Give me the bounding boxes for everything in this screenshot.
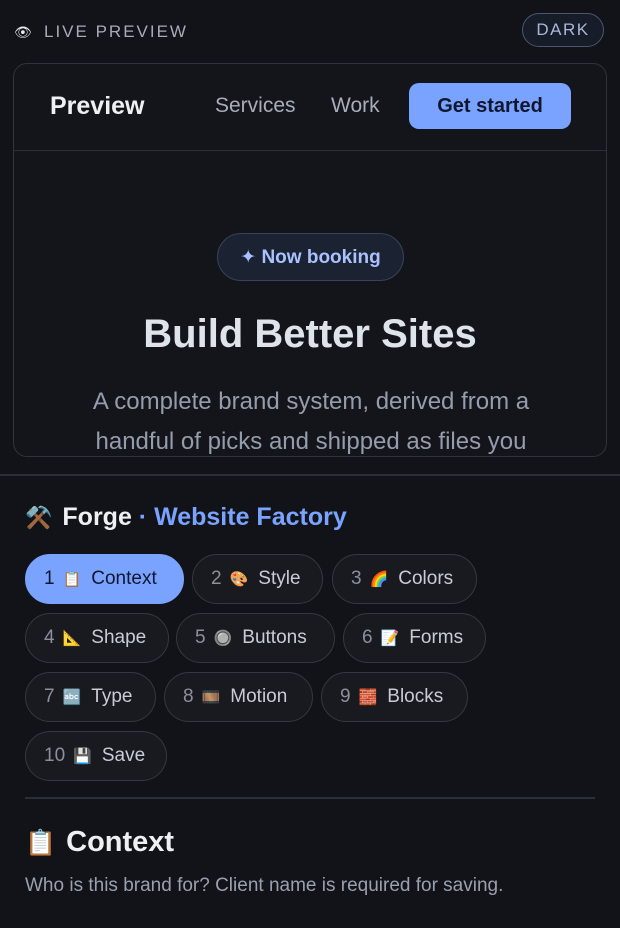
nav-link-work[interactable]: Work xyxy=(331,94,380,118)
floppy-disk-icon: 💾 xyxy=(73,748,92,765)
live-preview-label: LIVE PREVIEW xyxy=(44,22,188,41)
step-shape[interactable]: 4 📐 Shape xyxy=(25,613,169,663)
triangle-ruler-icon: 📐 xyxy=(62,630,82,647)
clipboard-icon: 📋 xyxy=(62,571,82,588)
preview-brand[interactable]: Preview xyxy=(50,92,145,121)
step-number: 5 xyxy=(195,627,206,648)
step-style[interactable]: 2 🎨 Style xyxy=(192,554,323,604)
step-type[interactable]: 7 🔤 Type xyxy=(25,672,156,722)
radio-button-icon: 🔘 xyxy=(213,630,233,647)
abc-icon: 🔤 xyxy=(62,689,82,706)
divider xyxy=(0,474,620,476)
clipboard-icon: 📋 xyxy=(25,829,57,857)
step-label: Style xyxy=(258,568,301,589)
step-number: 10 xyxy=(44,745,66,766)
section-heading: 📋 Context xyxy=(25,826,174,859)
step-blocks[interactable]: 9 🧱 Blocks xyxy=(321,672,468,722)
rainbow-icon: 🌈 xyxy=(369,571,389,588)
live-preview-frame: Preview Services Work Get started ✦ Now … xyxy=(13,63,607,457)
step-number: 6 xyxy=(362,627,373,648)
film-frames-icon: 🎞️ xyxy=(201,689,221,706)
step-save[interactable]: 10 💾 Save xyxy=(25,731,167,781)
hammer-pick-icon: ⚒️ xyxy=(25,505,53,530)
step-buttons[interactable]: 5 🔘 Buttons xyxy=(176,613,335,663)
step-number: 9 xyxy=(340,686,351,707)
palette-icon: 🎨 xyxy=(229,571,249,588)
hero-subtitle: A complete brand system, derived from a … xyxy=(92,388,530,455)
step-colors[interactable]: 3 🌈 Colors xyxy=(332,554,477,604)
step-number: 3 xyxy=(351,568,362,589)
step-label: Save xyxy=(101,745,146,766)
step-label: Type xyxy=(91,686,133,707)
step-number: 1 xyxy=(44,568,55,589)
step-label: Colors xyxy=(398,568,454,589)
forge-subtitle: Website Factory xyxy=(154,503,347,531)
step-label: Shape xyxy=(91,627,147,648)
section-title: Context xyxy=(66,826,175,858)
nav-link-services[interactable]: Services xyxy=(215,94,296,118)
eye-icon: 👁 xyxy=(14,24,32,40)
step-context[interactable]: 1 📋 Context xyxy=(25,554,184,604)
step-number: 2 xyxy=(211,568,222,589)
step-label: Buttons xyxy=(242,627,307,648)
hero-title: Build Better Sites xyxy=(143,312,477,356)
step-forms[interactable]: 6 📝 Forms xyxy=(343,613,486,663)
now-booking-badge: ✦ Now booking xyxy=(217,233,404,281)
section-divider xyxy=(25,797,595,799)
step-label: Motion xyxy=(230,686,288,707)
step-motion[interactable]: 8 🎞️ Motion xyxy=(164,672,313,722)
step-label: Blocks xyxy=(387,686,444,707)
forge-title: Forge xyxy=(62,503,132,531)
bricks-icon: 🧱 xyxy=(358,689,378,706)
section-description: Who is this brand for? Client name is re… xyxy=(25,875,504,896)
step-number: 7 xyxy=(44,686,55,707)
forge-separator: · xyxy=(131,503,155,531)
step-number: 4 xyxy=(44,627,55,648)
forge-header: ⚒️ Forge · Website Factory xyxy=(25,503,347,532)
get-started-button[interactable]: Get started xyxy=(409,83,571,129)
preview-navbar: Preview Services Work Get started xyxy=(14,64,606,151)
step-label: Forms xyxy=(409,627,464,648)
step-label: Context xyxy=(91,568,157,589)
step-number: 8 xyxy=(183,686,194,707)
top-bar: 👁 LIVE PREVIEW DARK xyxy=(0,0,620,62)
theme-toggle-button[interactable]: DARK xyxy=(522,13,604,47)
memo-icon: 📝 xyxy=(380,630,400,647)
